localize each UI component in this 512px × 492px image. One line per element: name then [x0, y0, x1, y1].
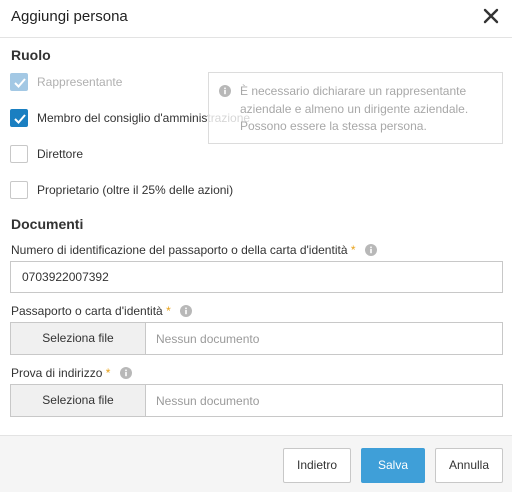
- checkbox-director[interactable]: [10, 145, 28, 163]
- dialog-header: Aggiungi persona: [0, 0, 512, 38]
- dialog-footer: Indietro Salva Annulla: [0, 435, 512, 492]
- checkbox-label: Rappresentante: [37, 75, 123, 89]
- info-icon[interactable]: [119, 367, 132, 379]
- checkbox-label: Proprietario (oltre il 25% delle azioni): [37, 183, 234, 197]
- check-icon: [14, 78, 26, 88]
- passport-file-picker: Seleziona file Nessun documento: [10, 322, 503, 355]
- checkbox-representative[interactable]: [10, 73, 28, 91]
- required-mark: *: [166, 304, 171, 318]
- passport-file-status: Nessun documento: [156, 332, 260, 346]
- save-button[interactable]: Salva: [361, 448, 425, 483]
- close-icon[interactable]: [481, 6, 501, 26]
- info-icon[interactable]: [364, 244, 377, 256]
- passport-label-text: Passaporto o carta d'identità: [11, 304, 163, 318]
- checkbox-owner[interactable]: [10, 181, 28, 199]
- role-info-box: È necessario dichiarare un rappresentant…: [208, 72, 503, 144]
- required-mark: *: [350, 243, 356, 257]
- checkbox-label: Direttore: [37, 147, 84, 161]
- address-proof-label: Prova di indirizzo *: [11, 366, 132, 380]
- address-proof-label-text: Prova di indirizzo: [11, 366, 103, 380]
- dialog-title: Aggiungi persona: [11, 8, 128, 25]
- passport-select-file-button[interactable]: Seleziona file: [11, 323, 146, 354]
- cancel-button[interactable]: Annulla: [435, 448, 503, 483]
- required-mark: *: [105, 366, 111, 380]
- address-proof-file-picker: Seleziona file Nessun documento: [10, 384, 503, 417]
- role-section-title: Ruolo: [11, 47, 51, 63]
- back-button[interactable]: Indietro: [283, 448, 351, 483]
- info-icon: [219, 85, 231, 97]
- check-icon: [14, 114, 26, 124]
- role-info-text: È necessario dichiarare un rappresentant…: [240, 84, 469, 133]
- id-number-label: Numero di identificazione del passaporto…: [11, 243, 377, 257]
- address-proof-file-status: Nessun documento: [156, 394, 260, 408]
- passport-label: Passaporto o carta d'identità *: [11, 304, 193, 318]
- id-number-input[interactable]: [10, 261, 503, 293]
- documents-section-title: Documenti: [11, 216, 84, 232]
- address-proof-select-file-button[interactable]: Seleziona file: [11, 385, 146, 416]
- id-number-label-text: Numero di identificazione del passaporto…: [11, 243, 348, 257]
- info-icon[interactable]: [180, 305, 193, 317]
- checkbox-board-member[interactable]: [10, 109, 28, 127]
